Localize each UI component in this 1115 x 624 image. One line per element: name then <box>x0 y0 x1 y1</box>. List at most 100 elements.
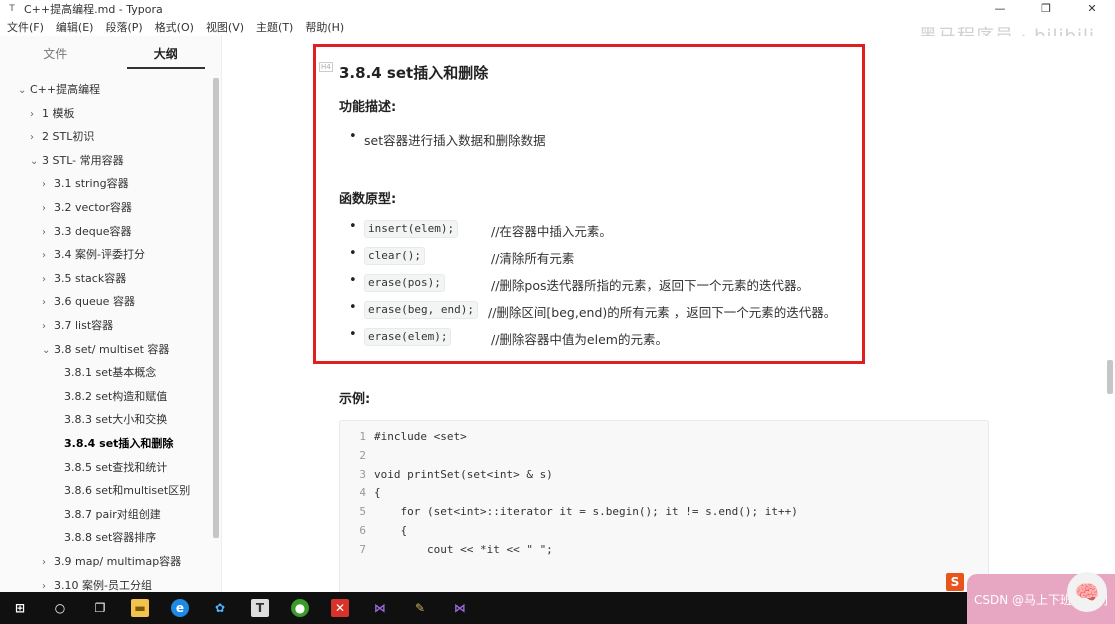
chevron-right-icon[interactable]: › <box>30 103 42 126</box>
chevron-right-icon[interactable]: › <box>42 173 54 196</box>
outline-item[interactable]: › 3.2 vector容器 <box>42 196 132 219</box>
code-line: 4{ <box>340 483 381 502</box>
outline-item[interactable]: › 3.9 map/ multimap容器 <box>42 550 181 573</box>
code-text: cout << *it << " "; <box>374 542 553 556</box>
outline-item-label: 3.5 stack容器 <box>54 271 127 285</box>
outline-item[interactable]: › 3.3 deque容器 <box>42 220 131 243</box>
outline-item[interactable]: › 3.4 案例-评委打分 <box>42 243 145 266</box>
outline-item-label: 3.8.7 pair对组创建 <box>64 507 161 521</box>
search-icon[interactable]: ○ <box>40 592 80 624</box>
chevron-right-icon[interactable]: › <box>42 291 54 314</box>
code-line: 6 { <box>340 521 407 540</box>
outline-item-label: 3.8.8 set容器排序 <box>64 531 157 545</box>
chevron-right-icon[interactable]: › <box>42 315 54 338</box>
close-button[interactable]: ✕ <box>1069 0 1115 18</box>
code-text: { <box>374 486 381 500</box>
chevron-down-icon[interactable]: ⌄ <box>18 79 30 102</box>
inline-code: erase(pos); <box>364 274 445 292</box>
menu-paragraph[interactable]: 段落(P) <box>98 19 147 35</box>
outline-item[interactable]: 3.8.1 set基本概念 <box>64 361 156 384</box>
chevron-right-icon[interactable]: › <box>42 268 54 291</box>
outline-item-label: 3.6 queue 容器 <box>54 295 135 309</box>
prototype-comment: //在容器中插入元素。 <box>491 224 612 239</box>
outline-item[interactable]: › 3.7 list容器 <box>42 314 113 337</box>
windows-start-icon[interactable]: ⊞ <box>0 592 40 624</box>
line-number: 5 <box>359 505 366 519</box>
chevron-right-icon[interactable]: › <box>42 551 54 574</box>
outline-item[interactable]: › 3.6 queue 容器 <box>42 290 135 313</box>
outline-item[interactable]: › 3.5 stack容器 <box>42 267 126 290</box>
chevron-right-icon[interactable]: › <box>42 197 54 220</box>
outline-item[interactable]: 3.8.6 set和multiset区别 <box>64 479 190 502</box>
floating-assistant-icon[interactable]: 🧠 <box>1067 572 1107 612</box>
inline-code: clear(); <box>364 247 425 265</box>
code-block[interactable]: 1 #include <set> 2 3 void printSet(set<int> … <box>339 420 989 592</box>
outline-item[interactable]: 3.8.4 set插入和删除 <box>64 432 173 455</box>
menu-view[interactable]: 视图(V) <box>199 19 249 35</box>
outline-item[interactable]: 3.8.8 set容器排序 <box>64 526 156 549</box>
outline-item[interactable]: › 3.1 string容器 <box>42 172 129 195</box>
outline-item[interactable]: ⌄ 3.8 set/ multiset 容器 <box>42 338 169 361</box>
outline-item[interactable]: › 1 模板 <box>30 102 75 125</box>
window-controls: — ❐ ✕ <box>977 0 1115 18</box>
visual-studio-icon[interactable]: ⋈ <box>360 592 400 624</box>
chevron-right-icon[interactable]: › <box>42 244 54 267</box>
outline-item[interactable]: 3.8.7 pair对组创建 <box>64 503 161 526</box>
chevron-right-icon[interactable]: › <box>42 575 54 592</box>
sidebar-tabs: 文件 大纲 <box>0 36 221 72</box>
tab-outline[interactable]: 大纲 <box>111 36 222 72</box>
paint-app-icon[interactable]: ✎ <box>400 592 440 624</box>
sogou-ime-icon[interactable]: S <box>946 573 964 591</box>
outline-item[interactable]: › 3.10 案例-员工分组 <box>42 574 152 592</box>
outline-item-label: 3.8.6 set和multiset区别 <box>64 484 191 498</box>
outline-item[interactable]: ⌄ C++提高编程 <box>18 78 100 101</box>
chevron-down-icon[interactable]: ⌄ <box>30 150 42 173</box>
sidebar-scrollbar[interactable] <box>213 78 219 538</box>
app-red-icon[interactable]: ✕ <box>320 592 360 624</box>
code-line: 5 for (set<int>::iterator it = s.begin()… <box>340 502 797 521</box>
typora-icon[interactable]: T <box>240 592 280 624</box>
menu-format[interactable]: 格式(O) <box>148 19 199 35</box>
chevron-right-icon[interactable]: › <box>42 221 54 244</box>
line-number: 3 <box>359 467 366 481</box>
func-desc-title: 功能描述: <box>339 100 397 115</box>
outline-item[interactable]: 3.8.5 set查找和统计 <box>64 456 167 479</box>
outline-item[interactable]: › 2 STL初识 <box>30 125 94 148</box>
tab-files[interactable]: 文件 <box>0 36 111 72</box>
menu-edit[interactable]: 编辑(E) <box>49 19 99 35</box>
outline-item-label: 3.7 list容器 <box>54 319 114 332</box>
code-text: void printSet(set<int> & s) <box>374 467 553 481</box>
visual-studio-2-icon[interactable]: ⋈ <box>440 592 480 624</box>
code-line: 1 #include <set> <box>340 427 466 446</box>
editor-scrollbar[interactable] <box>1107 360 1113 394</box>
chevron-right-icon[interactable]: › <box>30 126 42 149</box>
edge-browser-icon[interactable]: e <box>160 592 200 624</box>
editor-area[interactable]: H4 3.8.4 set插入和删除 功能描述: • set容器进行插入数据和删除… <box>223 36 1115 592</box>
section-heading: 3.8.4 set插入和删除 <box>339 64 489 82</box>
file-explorer-icon[interactable]: ▬ <box>120 592 160 624</box>
maximize-button[interactable]: ❐ <box>1023 0 1069 18</box>
app-blue-icon[interactable]: ✿ <box>200 592 240 624</box>
bullet-dot: • <box>349 219 357 234</box>
outline-item-label: 3.8.4 set插入和删除 <box>64 437 174 450</box>
task-view-icon[interactable]: ❐ <box>80 592 120 624</box>
outline-item-label: 3.2 vector容器 <box>54 201 132 214</box>
outline-item[interactable]: 3.8.2 set构造和赋值 <box>64 385 167 408</box>
menu-theme[interactable]: 主题(T) <box>249 19 298 35</box>
chevron-down-icon[interactable]: ⌄ <box>42 339 54 362</box>
typora-app-icon: T <box>9 4 15 14</box>
outline-item-label: 3.10 案例-员工分组 <box>54 578 152 592</box>
minimize-button[interactable]: — <box>977 0 1023 18</box>
taskbar: ⊞ ○ ❐ ▬ e ✿ T ● ✕ ⋈ ✎ ⋈ <box>0 592 1115 624</box>
menu-help[interactable]: 帮助(H) <box>298 19 349 35</box>
menu-file[interactable]: 文件(F) <box>0 19 49 35</box>
app-green-icon[interactable]: ● <box>280 592 320 624</box>
outline-item-label: 3.8.3 set大小和交换 <box>64 413 168 427</box>
bullet-dot: • <box>349 300 357 315</box>
outline-item-label: 3 STL- 常用容器 <box>42 153 124 167</box>
outline-item[interactable]: 3.8.3 set大小和交换 <box>64 408 167 431</box>
line-number: 2 <box>359 448 366 462</box>
outline-item[interactable]: ⌄ 3 STL- 常用容器 <box>30 149 124 172</box>
code-line: 2 <box>340 446 374 465</box>
inline-code: erase(elem); <box>364 328 452 346</box>
